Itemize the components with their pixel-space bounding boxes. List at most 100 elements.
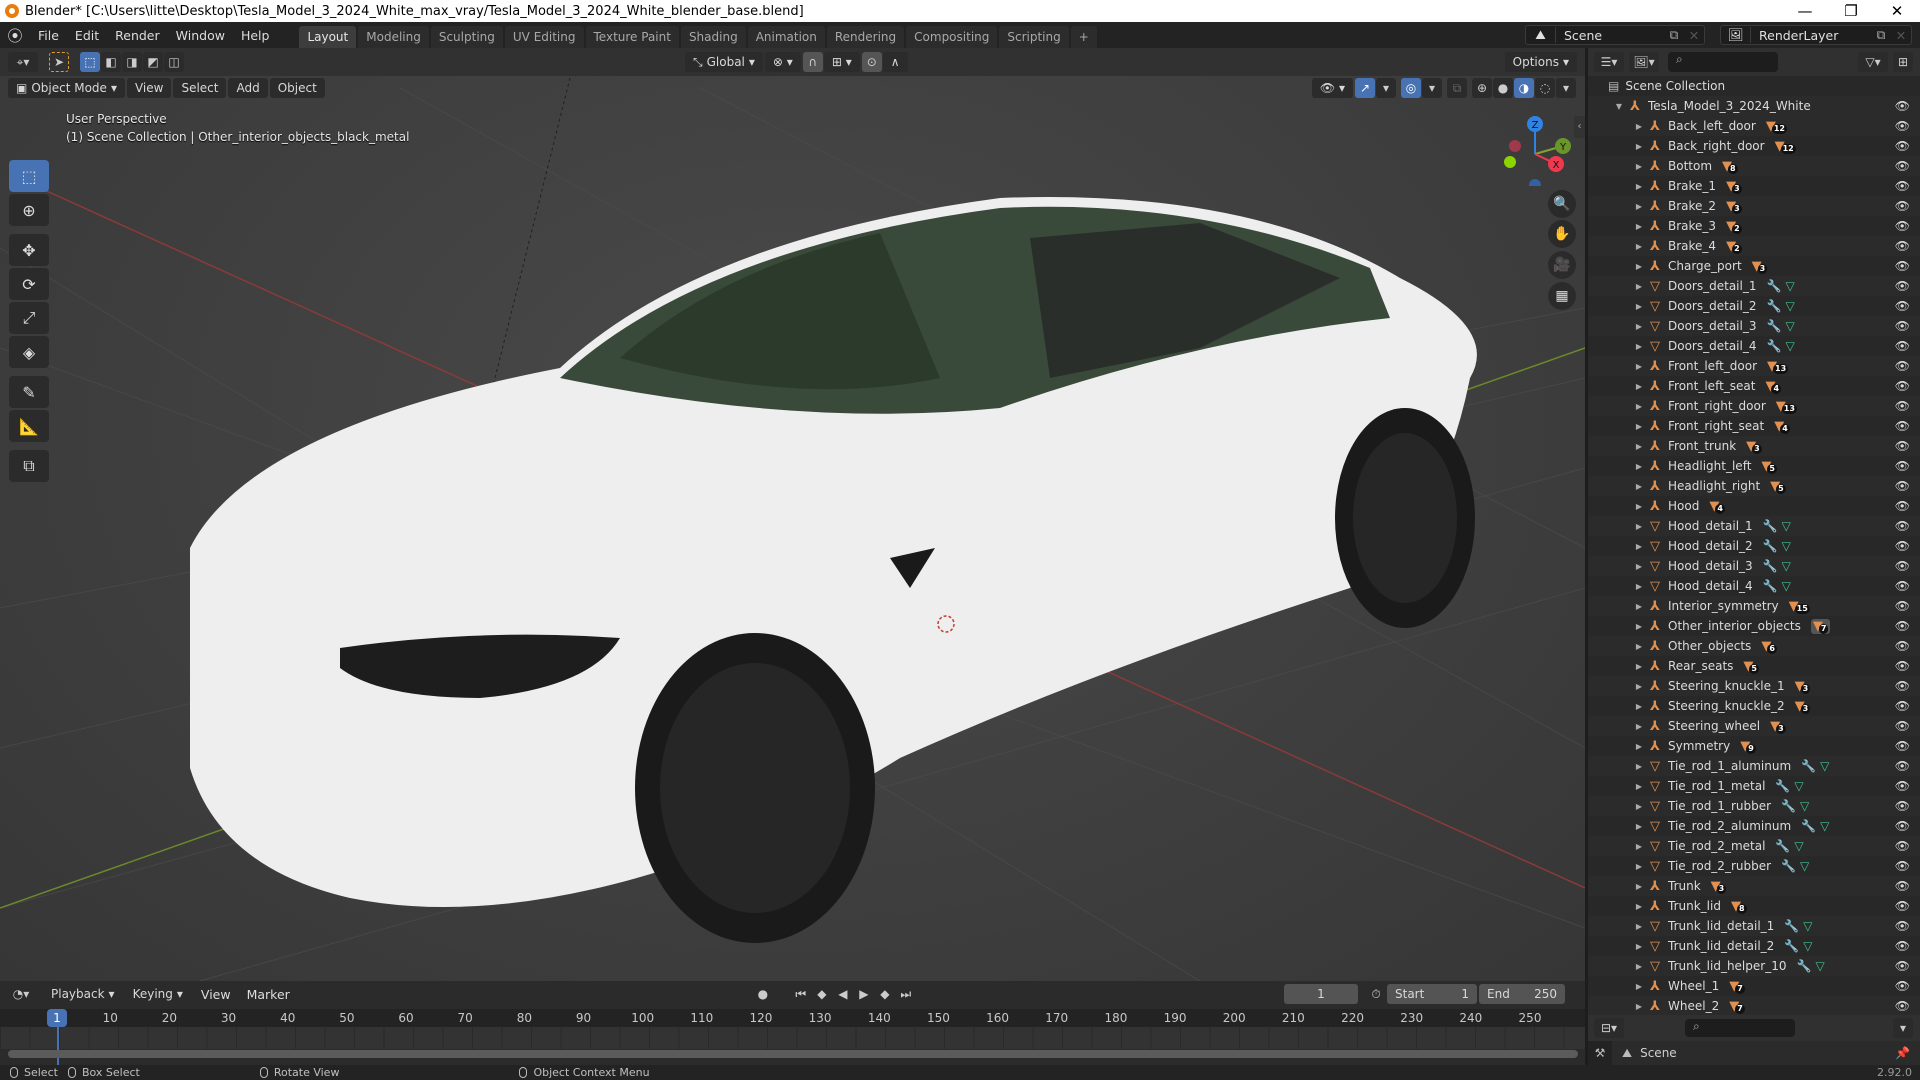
visibility-eye-icon[interactable]: 👁 xyxy=(1895,739,1910,753)
filter-dropdown[interactable]: ▽▾ xyxy=(1858,52,1888,72)
outliner-item[interactable]: ▶ ▽ Hood_detail_3 🔧 ▽ 👁 xyxy=(1588,556,1920,576)
child-mesh-badge-icon[interactable]: ▼ 2 xyxy=(1726,239,1742,254)
play-icon[interactable]: ▶ xyxy=(853,984,874,1004)
mesh-data-icon[interactable]: ▽ xyxy=(1800,859,1809,873)
outliner-item[interactable]: ▶ ▽ Tie_rod_1_rubber 🔧 ▽ 👁 xyxy=(1588,796,1920,816)
gizmo-neg-x[interactable] xyxy=(1509,140,1521,152)
tab-texture-paint[interactable]: Texture Paint xyxy=(585,26,679,48)
tab-animation[interactable]: Animation xyxy=(747,26,825,48)
child-mesh-badge-icon[interactable]: ▼ 3 xyxy=(1752,259,1768,274)
snap-toggle-icon[interactable]: ∩ xyxy=(802,52,823,72)
select-mode-subtract-icon[interactable]: ◨ xyxy=(122,52,142,72)
expand-arrow-icon[interactable]: ▶ xyxy=(1632,322,1646,331)
outliner-item[interactable]: ▶ ▽ Doors_detail_2 🔧 ▽ 👁 xyxy=(1588,296,1920,316)
expand-arrow-icon[interactable]: ▶ xyxy=(1632,302,1646,311)
outliner-item[interactable]: ▶ ▽ Doors_detail_3 🔧 ▽ 👁 xyxy=(1588,316,1920,336)
outliner-item[interactable]: ▶ ⅄ Steering_wheel ▼ 3 👁 xyxy=(1588,716,1920,736)
outliner-item[interactable]: ▶ ⅄ Wheel_2 ▼ 7 👁 xyxy=(1588,996,1920,1016)
mesh-data-icon[interactable]: ▽ xyxy=(1800,799,1809,813)
mesh-data-icon[interactable]: ▽ xyxy=(1794,839,1803,853)
tab-uv-editing[interactable]: UV Editing xyxy=(504,26,584,48)
visibility-eye-icon[interactable]: 👁 xyxy=(1895,999,1910,1013)
viewport-menu-select[interactable]: Select xyxy=(173,78,227,98)
visibility-eye-icon[interactable]: 👁 xyxy=(1895,459,1910,473)
visibility-eye-icon[interactable]: 👁 xyxy=(1895,319,1910,333)
visibility-eye-icon[interactable]: 👁 xyxy=(1895,159,1910,173)
child-mesh-badge-icon[interactable]: ▼ 2 xyxy=(1726,219,1742,234)
mesh-data-icon[interactable]: ▽ xyxy=(1782,559,1791,573)
tool-rotate[interactable]: ⟳ xyxy=(9,268,49,300)
child-mesh-badge-icon[interactable]: ▼ 5 xyxy=(1770,479,1786,494)
proportional-falloff-dropdown[interactable]: ∧ xyxy=(882,52,908,72)
outliner-item[interactable]: ▶ ⅄ Brake_4 ▼ 2 👁 xyxy=(1588,236,1920,256)
overlays-toggle-icon[interactable]: ◎ xyxy=(1401,78,1421,98)
current-frame-field[interactable]: 1 xyxy=(1284,984,1358,1004)
tool-move[interactable]: ✥ xyxy=(9,234,49,266)
visibility-eye-icon[interactable]: 👁 xyxy=(1895,839,1910,853)
expand-arrow-icon[interactable]: ▶ xyxy=(1632,402,1646,411)
modifier-wrench-icon[interactable]: 🔧 xyxy=(1763,539,1778,553)
solid-shading-icon[interactable]: ● xyxy=(1493,78,1513,98)
outliner-item[interactable]: ▶ ▽ Hood_detail_1 🔧 ▽ 👁 xyxy=(1588,516,1920,536)
mesh-data-icon[interactable]: ▽ xyxy=(1782,539,1791,553)
expand-arrow-icon[interactable]: ▶ xyxy=(1632,242,1646,251)
outliner-item[interactable]: ▶ ⅄ Front_trunk ▼ 3 👁 xyxy=(1588,436,1920,456)
child-mesh-badge-icon[interactable]: ▼ 3 xyxy=(1711,879,1727,894)
tool-select-box[interactable]: ⬚ xyxy=(9,160,49,192)
modifier-wrench-icon[interactable]: 🔧 xyxy=(1781,799,1796,813)
expand-arrow-icon[interactable]: ▶ xyxy=(1632,802,1646,811)
mesh-data-icon[interactable]: ▽ xyxy=(1782,519,1791,533)
select-mode-invert-icon[interactable]: ◩ xyxy=(143,52,163,72)
visibility-eye-icon[interactable]: 👁 xyxy=(1895,359,1910,373)
mesh-data-icon[interactable]: ▽ xyxy=(1803,919,1812,933)
outliner-scene-collection[interactable]: ▤ Scene Collection xyxy=(1588,76,1920,96)
transform-orientation-dropdown[interactable]: ⤡ Global ▾ xyxy=(685,52,763,72)
expand-arrow-icon[interactable]: ▶ xyxy=(1632,962,1646,971)
outliner-item[interactable]: ▶ ▽ Tie_rod_2_aluminum 🔧 ▽ 👁 xyxy=(1588,816,1920,836)
menu-file[interactable]: File xyxy=(30,28,67,43)
modifier-wrench-icon[interactable]: 🔧 xyxy=(1801,819,1816,833)
tool-annotate[interactable]: ✎ xyxy=(9,376,49,408)
modifier-wrench-icon[interactable]: 🔧 xyxy=(1766,299,1781,313)
expand-arrow-icon[interactable]: ▶ xyxy=(1632,422,1646,431)
modifier-wrench-icon[interactable]: 🔧 xyxy=(1763,579,1778,593)
visibility-eye-icon[interactable]: 👁 xyxy=(1895,399,1910,413)
visibility-eye-icon[interactable]: 👁 xyxy=(1895,979,1910,993)
modifier-wrench-icon[interactable]: 🔧 xyxy=(1763,559,1778,573)
outliner-item[interactable]: ▶ ⅄ Back_left_door ▼ 12 👁 xyxy=(1588,116,1920,136)
tool-tab-icon[interactable]: ⚒ xyxy=(1588,1041,1612,1065)
outliner-item[interactable]: ▶ ⅄ Rear_seats ▼ 5 👁 xyxy=(1588,656,1920,676)
close-button[interactable]: ✕ xyxy=(1874,2,1920,20)
outliner-item[interactable]: ▶ ⅄ Interior_symmetry ▼ 15 👁 xyxy=(1588,596,1920,616)
properties-search-input[interactable]: ⌕ xyxy=(1685,1019,1795,1037)
visibility-eye-icon[interactable]: 👁 xyxy=(1895,599,1910,613)
visibility-eye-icon[interactable]: 👁 xyxy=(1895,879,1910,893)
mesh-data-icon[interactable]: ▽ xyxy=(1803,939,1812,953)
filter-view-layer-dropdown[interactable]: 🖼▾ xyxy=(1629,52,1659,72)
new-collection-icon[interactable]: ⊞ xyxy=(1893,52,1913,72)
properties-options-dropdown[interactable]: ▾ xyxy=(1893,1018,1913,1038)
zoom-view-button[interactable]: 🔍 xyxy=(1548,190,1576,218)
visibility-eye-icon[interactable]: 👁 xyxy=(1895,519,1910,533)
overlays-dropdown[interactable]: ▾ xyxy=(1422,78,1442,98)
prev-keyframe-icon[interactable]: ◆ xyxy=(811,984,832,1004)
outliner-item[interactable]: ▶ ⅄ Bottom ▼ 8 👁 xyxy=(1588,156,1920,176)
end-frame-field[interactable]: End 250 xyxy=(1479,984,1565,1004)
visibility-eye-icon[interactable]: 👁 xyxy=(1895,619,1910,633)
outliner-item[interactable]: ▶ ▽ Tie_rod_2_metal 🔧 ▽ 👁 xyxy=(1588,836,1920,856)
menu-window[interactable]: Window xyxy=(168,28,233,43)
visibility-eye-icon[interactable]: 👁 xyxy=(1895,759,1910,773)
outliner-item[interactable]: ▶ ▽ Tie_rod_2_rubber 🔧 ▽ 👁 xyxy=(1588,856,1920,876)
modifier-wrench-icon[interactable]: 🔧 xyxy=(1801,759,1816,773)
child-mesh-badge-icon[interactable]: ▼ 6 xyxy=(1761,639,1777,654)
expand-arrow-icon[interactable]: ▶ xyxy=(1632,222,1646,231)
visibility-eye-icon[interactable]: 👁 xyxy=(1895,339,1910,353)
mesh-data-icon[interactable]: ▽ xyxy=(1820,759,1829,773)
mesh-data-icon[interactable]: ▽ xyxy=(1794,779,1803,793)
expand-arrow-icon[interactable]: ▶ xyxy=(1632,462,1646,471)
visibility-eye-icon[interactable]: 👁 xyxy=(1895,239,1910,253)
expand-arrow-icon[interactable]: ▶ xyxy=(1632,382,1646,391)
expand-arrow-icon[interactable]: ▶ xyxy=(1632,682,1646,691)
expand-arrow-icon[interactable]: ▶ xyxy=(1632,142,1646,151)
modifier-wrench-icon[interactable]: 🔧 xyxy=(1796,959,1811,973)
